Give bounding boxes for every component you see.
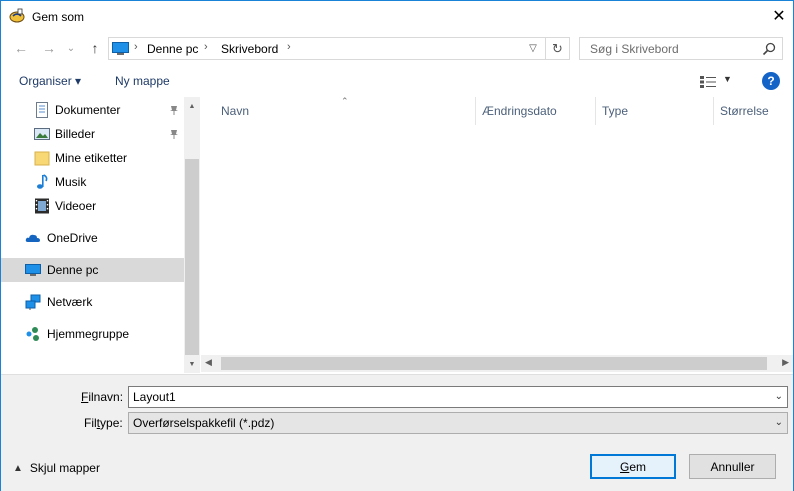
- sidebar-item-label: Billeder: [55, 127, 96, 141]
- title-bar: Gem som ✕: [1, 1, 793, 32]
- this-pc-icon: [25, 264, 41, 276]
- close-icon: ✕: [772, 8, 786, 25]
- scrollbar-thumb[interactable]: [185, 159, 199, 355]
- sidebar-item-this-pc[interactable]: Denne pc: [1, 258, 184, 282]
- sidebar-item-videos[interactable]: Videoer: [1, 194, 184, 218]
- breadcrumb-this-pc[interactable]: Denne pc: [147, 42, 198, 56]
- folder-icon: [34, 151, 50, 166]
- window-title: Gem som: [32, 10, 85, 24]
- scroll-left-icon[interactable]: ◀: [205, 357, 212, 368]
- sidebar-item-my-labels[interactable]: Mine etiketter: [1, 146, 184, 170]
- documents-icon: [36, 102, 48, 118]
- save-as-dialog: Gem som ✕ ← → ⌄ ↑ › Denne pc › Skrivebor…: [0, 0, 794, 491]
- up-arrow-icon: ↑: [91, 40, 99, 56]
- sidebar-item-onedrive[interactable]: OneDrive: [1, 226, 184, 250]
- scroll-down-icon[interactable]: ▼: [184, 357, 200, 371]
- forward-arrow-icon: →: [42, 40, 56, 56]
- help-icon[interactable]: ?: [762, 72, 780, 90]
- sidebar-item-label: Mine etiketter: [55, 151, 128, 165]
- chevron-down-icon[interactable]: ⌄: [775, 417, 783, 428]
- file-list: ⌃ Navn Ændringsdato Type Størrelse ◀ ▶: [201, 96, 793, 373]
- filename-value[interactable]: Layout1: [133, 390, 176, 404]
- forward-button[interactable]: →: [39, 38, 59, 58]
- scroll-up-icon[interactable]: ▲: [184, 99, 200, 113]
- search-placeholder: Søg i Skrivebord: [590, 42, 679, 56]
- sidebar-item-homegroup[interactable]: Hjemmegruppe: [1, 322, 184, 346]
- column-header-size[interactable]: Størrelse: [714, 97, 793, 125]
- this-pc-icon: [112, 42, 129, 55]
- pictures-icon: [34, 128, 50, 140]
- sidebar-item-label: Dokumenter: [55, 103, 121, 117]
- onedrive-icon: [25, 234, 40, 242]
- hide-folders-toggle[interactable]: ▲ Skjul mapper: [13, 461, 100, 475]
- sidebar-item-pictures[interactable]: Billeder: [1, 122, 184, 146]
- sidebar-item-music[interactable]: Musik: [1, 170, 184, 194]
- chevron-down-icon: ⌄: [66, 42, 76, 54]
- scroll-right-icon[interactable]: ▶: [782, 357, 789, 368]
- up-button[interactable]: ↑: [85, 38, 105, 58]
- chevron-down-icon: ▽: [529, 43, 537, 54]
- filetype-select[interactable]: Overførselspakkefil (*.pdz) ⌄: [128, 412, 788, 434]
- search-icon: [762, 42, 776, 56]
- sidebar-item-label: OneDrive: [47, 231, 98, 245]
- filetype-value: Overførselspakkefil (*.pdz): [133, 416, 275, 430]
- pin-icon: [170, 106, 178, 115]
- chevron-up-icon: ▲: [13, 462, 23, 474]
- filename-field[interactable]: Layout1 ⌄: [128, 386, 788, 408]
- close-button[interactable]: ✕: [765, 1, 793, 31]
- view-options-icon[interactable]: [699, 75, 717, 89]
- breadcrumb-separator: ›: [134, 41, 138, 53]
- breadcrumb-separator: ›: [287, 41, 291, 53]
- address-dropdown-button[interactable]: ▽: [523, 38, 543, 59]
- network-icon: [25, 294, 41, 310]
- pin-icon: [170, 130, 178, 139]
- column-header-date-modified[interactable]: Ændringsdato: [476, 97, 595, 125]
- breadcrumb-desktop[interactable]: Skrivebord: [221, 42, 278, 56]
- filename-label: Filnavn:: [81, 390, 124, 404]
- sidebar-item-documents[interactable]: Dokumenter: [1, 98, 184, 122]
- back-button[interactable]: ←: [11, 38, 31, 58]
- cancel-button-label: Annuller: [710, 459, 755, 474]
- chevron-down-icon[interactable]: ⌄: [775, 391, 783, 402]
- navigation-pane: Dokumenter Billeder Mine etiketter Musik…: [1, 97, 200, 373]
- column-header-type[interactable]: Type: [596, 97, 714, 125]
- view-dropdown-icon[interactable]: ▼: [723, 74, 732, 84]
- sidebar-item-label: Musik: [55, 175, 87, 189]
- breadcrumb-separator: ›: [204, 41, 208, 53]
- address-bar[interactable]: › Denne pc › Skrivebord › ▽ ↻: [108, 37, 570, 60]
- save-form: Filnavn: Layout1 ⌄ Filtype: Overførselsp…: [1, 374, 793, 491]
- sidebar-item-network[interactable]: Netværk: [1, 290, 184, 314]
- sidebar-item-label: Videoer: [55, 199, 97, 213]
- sidebar-scrollbar[interactable]: ▲ ▼: [184, 97, 200, 373]
- filetype-label: Filtype:: [84, 416, 123, 430]
- sidebar-item-label: Netværk: [47, 295, 93, 309]
- music-icon: [37, 174, 48, 189]
- horizontal-scrollbar[interactable]: ◀ ▶: [201, 355, 793, 372]
- navigation-bar: ← → ⌄ ↑ › Denne pc › Skrivebord › ▽ ↻ Sø…: [1, 34, 793, 64]
- save-button-label: Gem: [619, 459, 646, 474]
- back-arrow-icon: ←: [14, 40, 28, 56]
- recent-locations-button[interactable]: ⌄: [64, 38, 78, 58]
- app-icon: [9, 8, 25, 23]
- scrollbar-thumb[interactable]: [221, 357, 767, 370]
- videos-icon: [35, 198, 49, 214]
- refresh-icon: ↻: [552, 40, 563, 56]
- command-bar: Organiser ▾ Ny mappe ▼ ?: [1, 67, 793, 97]
- search-input[interactable]: Søg i Skrivebord: [579, 37, 783, 60]
- cancel-button[interactable]: Annuller: [689, 454, 776, 479]
- homegroup-icon: [26, 327, 39, 341]
- hide-folders-label: Skjul mapper: [29, 461, 100, 475]
- column-header-name[interactable]: Navn: [215, 97, 475, 125]
- refresh-button[interactable]: ↻: [545, 38, 569, 59]
- sidebar-item-label: Hjemmegruppe: [47, 327, 130, 341]
- new-folder-button[interactable]: Ny mappe: [115, 74, 170, 88]
- organize-menu[interactable]: Organiser ▾: [19, 74, 81, 88]
- sidebar-item-label: Denne pc: [47, 263, 99, 277]
- save-button[interactable]: Gem: [590, 454, 676, 479]
